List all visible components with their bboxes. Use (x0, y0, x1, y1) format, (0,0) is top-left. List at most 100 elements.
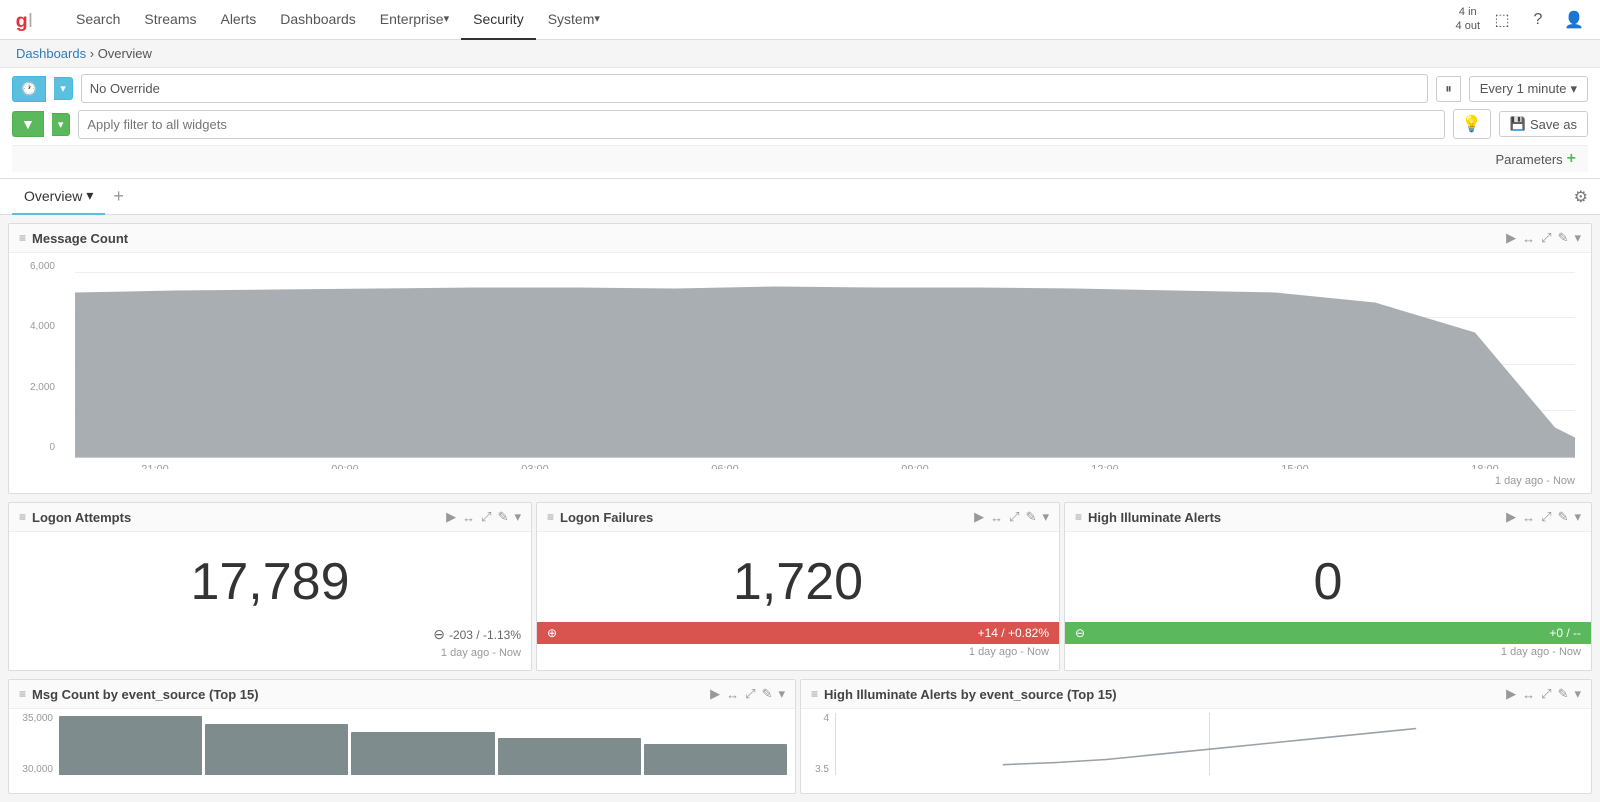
pause-button[interactable]: ⏸ (1436, 76, 1461, 102)
filter-button[interactable]: ▼ (12, 111, 44, 137)
bar-4 (498, 738, 641, 775)
play-icon6[interactable]: ▶ (1506, 686, 1516, 702)
clock-icon: 🕐 (21, 81, 37, 97)
nav-dashboards[interactable]: Dashboards (268, 0, 368, 40)
logon-failures-badge: ⊕ +14 / +0.82% (537, 622, 1059, 644)
message-count-title-text: Message Count (32, 231, 128, 246)
msg-count-source-title-text: Msg Count by event_source (Top 15) (32, 687, 259, 702)
tab-add-button[interactable]: + (105, 186, 132, 207)
filter-caret[interactable]: ▾ (52, 113, 71, 136)
chevron-down-icon[interactable]: ▾ (1574, 230, 1581, 246)
high-illuminate-actions: ▶ ↔ ⤢ ✎ ▾ (1506, 509, 1581, 525)
user-icon[interactable]: 👤 (1560, 6, 1588, 34)
expand-icon2[interactable]: ↔ (462, 510, 475, 525)
logon-attempts-actions: ▶ ↔ ⤢ ✎ ▾ (446, 509, 521, 525)
svg-text:18:00: 18:00 (1471, 464, 1499, 470)
bottom-charts-grid: ≡ Msg Count by event_source (Top 15) ▶ ↔… (8, 679, 1592, 794)
time-range-button[interactable]: 🕐 (12, 76, 46, 102)
play-icon2[interactable]: ▶ (446, 509, 456, 525)
expand-icon[interactable]: ↔ (1522, 231, 1535, 246)
y-label-35000: 35,000 (17, 713, 53, 724)
nav-alerts[interactable]: Alerts (208, 0, 268, 40)
chevron-icon6[interactable]: ▾ (1574, 686, 1581, 702)
fullscreen-icon5[interactable]: ⤢ (745, 686, 755, 702)
edit-icon4[interactable]: ✎ (1558, 509, 1569, 525)
line-chart-svg (836, 713, 1583, 775)
main-content: ≡ Message Count ▶ ↔ ⤢ ✎ ▾ 6,000 4,000 2,… (0, 223, 1600, 794)
refresh-label: Every 1 minute (1480, 81, 1567, 96)
expand-icon3[interactable]: ↔ (990, 510, 1003, 525)
message-count-widget-header: ≡ Message Count ▶ ↔ ⤢ ✎ ▾ (9, 224, 1591, 253)
high-illuminate-badge-container: ⊖ +0 / -- 1 day ago - Now (1065, 622, 1591, 670)
parameters-label: Parameters (1495, 152, 1562, 167)
fullscreen-icon4[interactable]: ⤢ (1541, 509, 1551, 525)
save-as-button[interactable]: 💾 Save as (1499, 111, 1588, 137)
chevron-icon4[interactable]: ▾ (1574, 509, 1581, 525)
help-icon[interactable]: ? (1524, 6, 1552, 34)
chevron-icon3[interactable]: ▾ (1042, 509, 1049, 525)
play-icon[interactable]: ▶ (1506, 230, 1516, 246)
logon-failures-value: 1,720 (537, 532, 1059, 622)
edit-icon3[interactable]: ✎ (1026, 509, 1037, 525)
new-window-icon[interactable]: ⬚ (1488, 6, 1516, 34)
time-override-input[interactable] (81, 74, 1429, 103)
tab-overview[interactable]: Overview ▾ (12, 179, 105, 215)
logon-failures-title: ≡ Logon Failures (547, 510, 653, 525)
high-illuminate-source-header: ≡ High Illuminate Alerts by event_source… (801, 680, 1591, 709)
expand-icon6[interactable]: ↔ (1522, 687, 1535, 702)
edit-icon6[interactable]: ✎ (1558, 686, 1569, 702)
bulb-icon[interactable]: 💡 (1453, 109, 1491, 139)
tab-overview-label: Overview (24, 188, 82, 204)
edit-icon2[interactable]: ✎ (498, 509, 509, 525)
logon-attempts-title-text: Logon Attempts (32, 510, 131, 525)
logon-failures-badge-container: ⊕ +14 / +0.82% 1 day ago - Now (537, 622, 1059, 670)
breadcrumb-separator: › (90, 46, 98, 61)
time-range-caret[interactable]: ▾ (54, 77, 73, 100)
nav-system[interactable]: System (536, 0, 612, 40)
nav-enterprise[interactable]: Enterprise (368, 0, 461, 40)
chevron-icon2[interactable]: ▾ (514, 509, 521, 525)
logon-attempts-widget: ≡ Logon Attempts ▶ ↔ ⤢ ✎ ▾ 17,789 ⊖ -203… (8, 502, 532, 671)
nav-search[interactable]: Search (64, 0, 132, 40)
svg-text:15:00: 15:00 (1281, 464, 1309, 470)
nav-streams[interactable]: Streams (132, 0, 208, 40)
dashboard-settings-button[interactable]: ⚙ (1574, 187, 1588, 207)
bar-1 (59, 716, 202, 775)
message-count-title: ≡ Message Count (19, 231, 128, 246)
breadcrumb-parent[interactable]: Dashboards (16, 46, 86, 61)
svg-text:12:00: 12:00 (1091, 464, 1119, 470)
filter-icon: ▼ (21, 116, 35, 132)
high-illuminate-source-title-text: High Illuminate Alerts by event_source (… (824, 687, 1117, 702)
parameters-button[interactable]: Parameters + (1495, 150, 1576, 168)
play-icon5[interactable]: ▶ (710, 686, 720, 702)
navbar: g l Search Streams Alerts Dashboards Ent… (0, 0, 1600, 40)
message-counter: 4 in 4 out (1456, 6, 1480, 32)
logon-attempts-time: 1 day ago - Now (9, 645, 531, 663)
svg-text:l: l (28, 10, 32, 32)
high-illuminate-header: ≡ High Illuminate Alerts ▶ ↔ ⤢ ✎ ▾ (1065, 503, 1591, 532)
brand-logo[interactable]: g l (12, 2, 48, 38)
high-illuminate-value: 0 (1065, 532, 1591, 622)
nav-security[interactable]: Security (461, 0, 536, 40)
high-illuminate-source-actions: ▶ ↔ ⤢ ✎ ▾ (1506, 686, 1581, 702)
stats-grid: ≡ Logon Attempts ▶ ↔ ⤢ ✎ ▾ 17,789 ⊖ -203… (8, 502, 1592, 671)
drag-icon6: ≡ (811, 687, 818, 701)
refresh-button[interactable]: Every 1 minute ▾ (1469, 76, 1588, 102)
fullscreen-icon3[interactable]: ⤢ (1009, 509, 1019, 525)
play-icon3[interactable]: ▶ (974, 509, 984, 525)
edit-icon5[interactable]: ✎ (762, 686, 773, 702)
expand-icon5[interactable]: ↔ (726, 687, 739, 702)
chart-area-svg: 21:00 Nov 22, 2022 00:00 Nov 23, 2022 03… (75, 261, 1575, 469)
filter-input[interactable] (78, 110, 1445, 139)
chevron-icon5[interactable]: ▾ (778, 686, 785, 702)
play-icon4[interactable]: ▶ (1506, 509, 1516, 525)
parameters-row: Parameters + (12, 145, 1588, 172)
fullscreen-icon[interactable]: ⤢ (1541, 230, 1551, 246)
fullscreen-icon2[interactable]: ⤢ (481, 509, 491, 525)
bar-3 (351, 732, 494, 775)
edit-icon[interactable]: ✎ (1558, 230, 1569, 246)
fullscreen-icon6[interactable]: ⤢ (1541, 686, 1551, 702)
expand-icon4[interactable]: ↔ (1522, 510, 1535, 525)
msg-count-by-source-widget: ≡ Msg Count by event_source (Top 15) ▶ ↔… (8, 679, 796, 794)
tab-bar: Overview ▾ + ⚙ (0, 179, 1600, 215)
